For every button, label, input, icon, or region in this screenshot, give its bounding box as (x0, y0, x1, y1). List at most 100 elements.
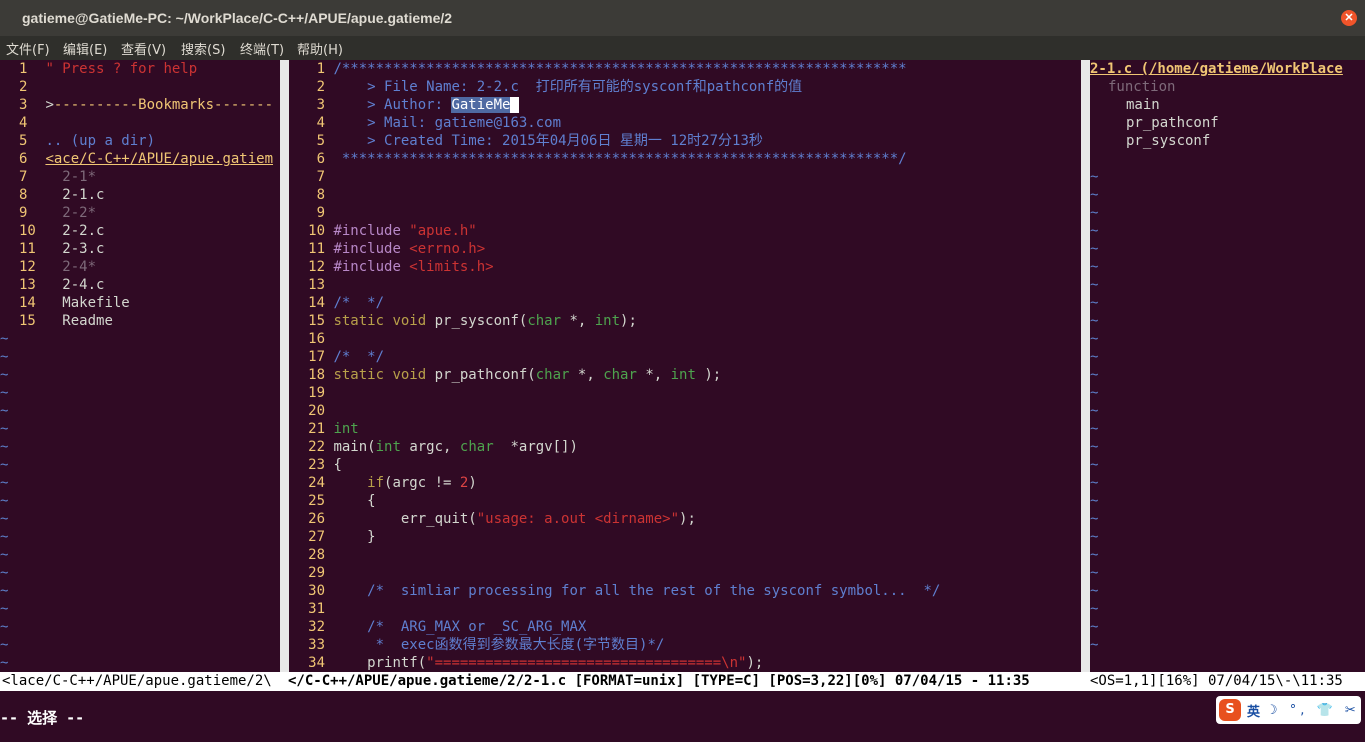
code-token: GatieMe (451, 97, 511, 113)
editor-pane[interactable]: 1 /*************************************… (290, 60, 1081, 672)
ime-toolbar[interactable]: S 英 ☽ °, 👕 ✂ (1216, 696, 1361, 724)
taglist-item[interactable]: pr_pathconf (1090, 114, 1365, 132)
code-line[interactable]: 27 } (290, 528, 1081, 546)
empty-line-marker: ~ (0, 601, 9, 617)
code-line[interactable]: 19 (290, 384, 1081, 402)
code-token: int (333, 421, 359, 437)
empty-line-marker: ~ (0, 403, 9, 419)
empty-line-marker: ~ (1090, 259, 1099, 275)
line-number: 6 (316, 151, 325, 167)
code-line[interactable]: 22 main(int argc, char *argv[]) (290, 438, 1081, 456)
line-number: 9 (19, 205, 28, 221)
menu-terminal[interactable]: 终端(T) (240, 39, 284, 58)
code-line[interactable]: 34 printf("=============================… (290, 654, 1081, 672)
empty-line-marker: ~ (0, 565, 9, 581)
taglist-item[interactable]: main (1090, 96, 1365, 114)
taglist-pane[interactable]: 2-1.c (/home/gatieme/WorkPlace function … (1090, 60, 1365, 672)
code-line[interactable]: 1 " Press ? for help (0, 60, 280, 78)
code-line[interactable]: 10 #include "apue.h" (290, 222, 1081, 240)
code-line[interactable]: 17 /* */ (290, 348, 1081, 366)
code-line[interactable]: 11 2-3.c (0, 240, 280, 258)
code-line[interactable]: 9 2-2* (0, 204, 280, 222)
menu-edit[interactable]: 编辑(E) (63, 39, 107, 58)
line-number: 29 (308, 565, 325, 581)
empty-line-marker: ~ (0, 457, 9, 473)
ime-language[interactable]: 英 (1247, 701, 1260, 720)
code-line[interactable]: 4 (0, 114, 280, 132)
code-line[interactable]: 9 (290, 204, 1081, 222)
code-token: "==================================\n" (426, 655, 747, 671)
code-line[interactable]: 1 /*************************************… (290, 60, 1081, 78)
ime-tools-icon[interactable]: ☽ °, 👕 ✂ (1266, 703, 1360, 718)
empty-line-marker: ~ (1090, 637, 1099, 653)
code-line[interactable]: 5 .. (up a dir) (0, 132, 280, 150)
code-line[interactable]: 2 (0, 78, 280, 96)
line-number: 6 (19, 151, 28, 167)
code-line[interactable]: 4 > Mail: gatieme@163.com (290, 114, 1081, 132)
code-line[interactable]: 31 (290, 600, 1081, 618)
code-line[interactable]: 3 > Author: GatieMe (290, 96, 1081, 114)
code-token: #include (333, 223, 410, 239)
code-line[interactable]: 7 (290, 168, 1081, 186)
sogou-logo-icon[interactable]: S (1219, 699, 1241, 721)
code-line[interactable]: 2 > File Name: 2-2.c 打印所有可能的sysconf和path… (290, 78, 1081, 96)
empty-line-marker: ~ (0, 421, 9, 437)
code-line[interactable]: 13 2-4.c (0, 276, 280, 294)
line-number: 7 (19, 169, 28, 185)
line-number: 24 (308, 475, 325, 491)
empty-line-marker: ~ (1090, 619, 1099, 635)
empty-line-marker: ~ (0, 529, 9, 545)
menu-help[interactable]: 帮助(H) (297, 39, 343, 58)
code-line[interactable]: 20 (290, 402, 1081, 420)
code-line[interactable]: 24 if(argc != 2) (290, 474, 1081, 492)
code-line[interactable]: 16 (290, 330, 1081, 348)
code-line[interactable]: 30 /* simliar processing for all the res… (290, 582, 1081, 600)
code-line[interactable]: 33 * exec函数得到参数最大长度(字节数目)*/ (290, 636, 1081, 654)
close-icon[interactable]: ✕ (1341, 10, 1357, 26)
code-token: 2-4* (45, 259, 97, 275)
code-line[interactable]: 26 err_quit("usage: a.out <dirname>"); (290, 510, 1081, 528)
code-line[interactable]: 3 >----------Bookmarks------- (0, 96, 280, 114)
code-token: <limits.h> (409, 259, 494, 275)
code-line[interactable]: 12 2-4* (0, 258, 280, 276)
code-line[interactable]: 32 /* ARG_MAX or _SC_ARG_MAX (290, 618, 1081, 636)
code-line[interactable]: 23 { (290, 456, 1081, 474)
code-line[interactable]: 6 <ace/C-C++/APUE/apue.gatiem (0, 150, 280, 168)
code-line[interactable]: 11 #include <errno.h> (290, 240, 1081, 258)
taglist-item[interactable]: pr_sysconf (1090, 132, 1365, 150)
code-token: err_quit( (333, 511, 477, 527)
code-line[interactable]: 25 { (290, 492, 1081, 510)
line-number: 31 (308, 601, 325, 617)
code-token: char (459, 439, 494, 455)
code-line[interactable]: 8 2-1.c (0, 186, 280, 204)
code-line[interactable]: 7 2-1* (0, 168, 280, 186)
code-line[interactable]: 5 > Created Time: 2015年04月06日 星期一 12时27分… (290, 132, 1081, 150)
code-line[interactable]: 10 2-2.c (0, 222, 280, 240)
code-line[interactable]: 12 #include <limits.h> (290, 258, 1081, 276)
code-line[interactable]: 29 (290, 564, 1081, 582)
code-token: <errno.h> (409, 241, 486, 257)
code-line[interactable]: 13 (290, 276, 1081, 294)
code-line[interactable]: 28 (290, 546, 1081, 564)
line-number: 13 (308, 277, 325, 293)
nerdtree-pane[interactable]: 1 " Press ? for help 2 3 >----------Bookm… (0, 60, 280, 672)
menu-view[interactable]: 查看(V) (121, 39, 166, 58)
menu-search[interactable]: 搜索(S) (181, 39, 225, 58)
line-number: 25 (308, 493, 325, 509)
line-number: 21 (308, 421, 325, 437)
line-number: 19 (308, 385, 325, 401)
split-separator-left[interactable] (280, 60, 289, 672)
split-separator-right[interactable] (1081, 60, 1090, 672)
line-number: 30 (308, 583, 325, 599)
code-line[interactable]: 8 (290, 186, 1081, 204)
code-line[interactable]: 14 Makefile (0, 294, 280, 312)
code-line[interactable]: 6 **************************************… (290, 150, 1081, 168)
code-line[interactable]: 15 Readme (0, 312, 280, 330)
code-line[interactable]: 21 int (290, 420, 1081, 438)
code-token: static void (333, 313, 435, 329)
code-line[interactable]: 14 /* */ (290, 294, 1081, 312)
code-line[interactable]: 15 static void pr_sysconf(char *, int); (290, 312, 1081, 330)
menu-file[interactable]: 文件(F) (6, 39, 50, 58)
empty-line-marker: ~ (1090, 331, 1099, 347)
code-line[interactable]: 18 static void pr_pathconf(char *, char … (290, 366, 1081, 384)
